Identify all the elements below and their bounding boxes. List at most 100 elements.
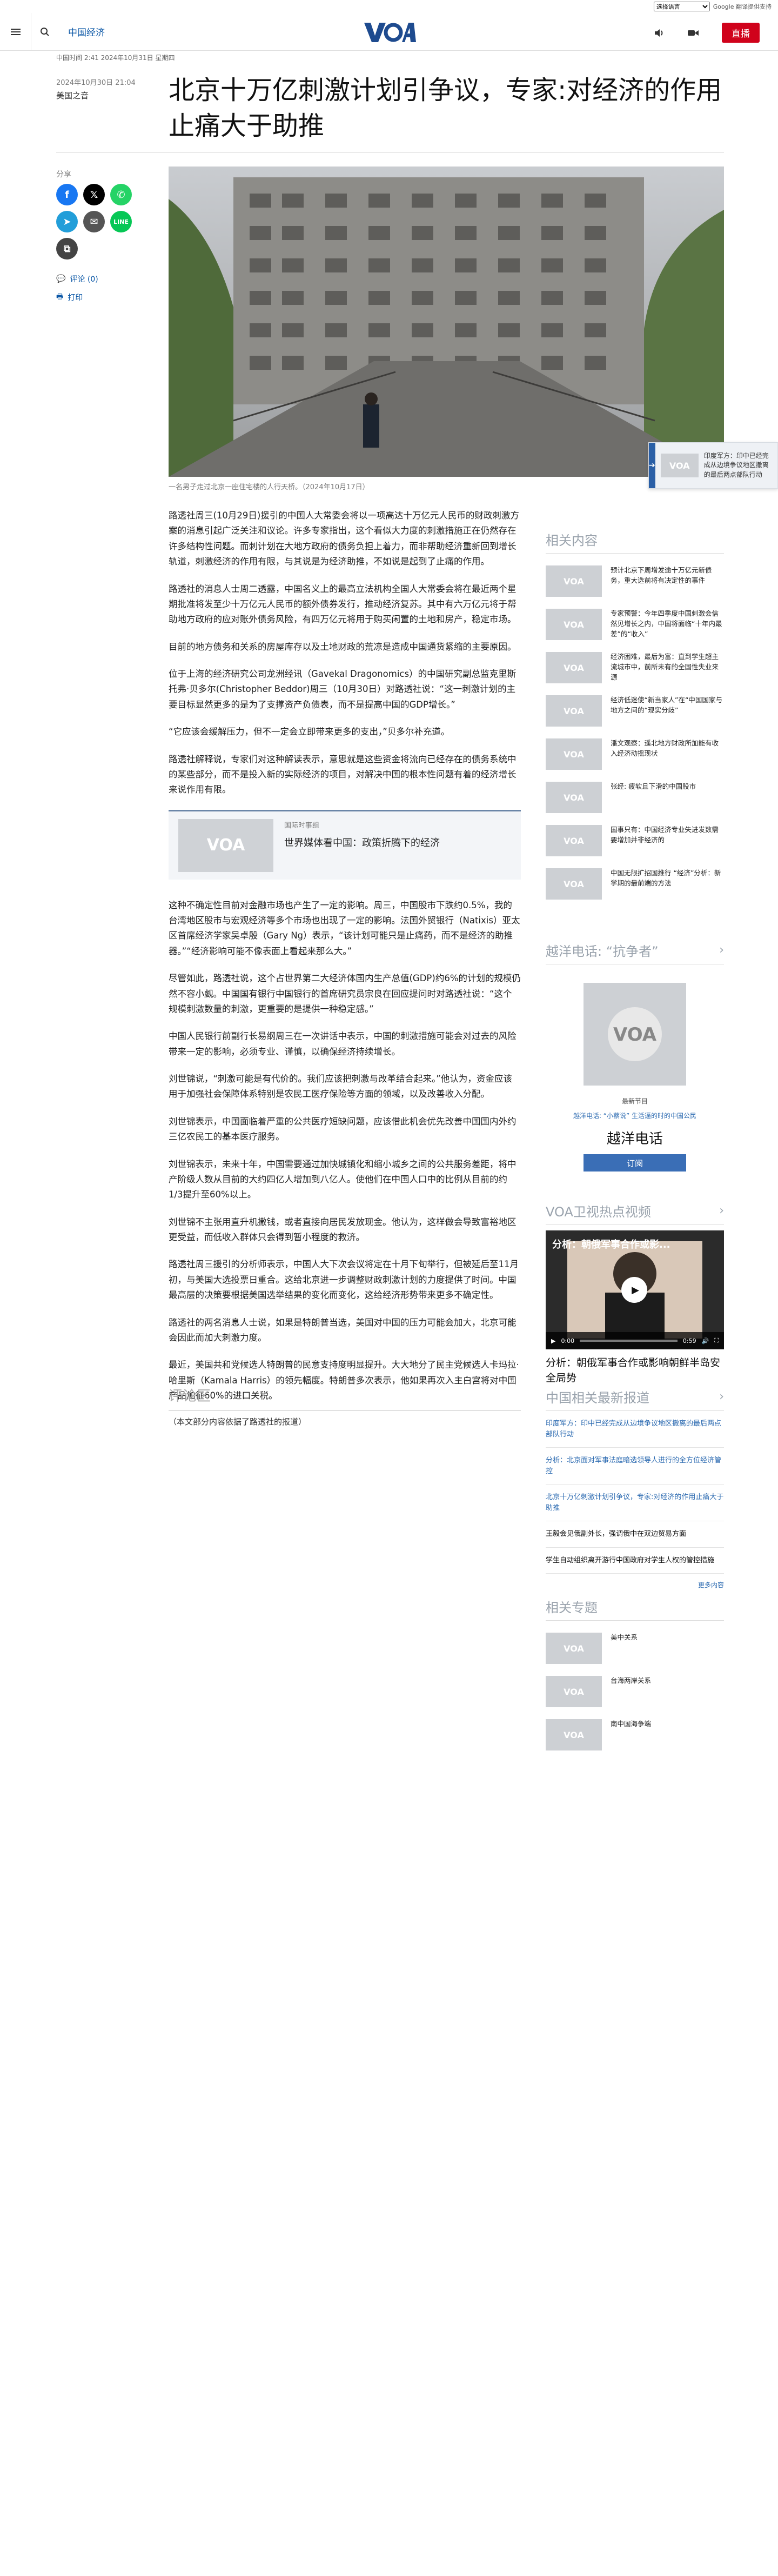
video-title[interactable]: 分析：朝俄军事合作或影响朝鲜半岛安全局势 <box>546 1356 724 1386</box>
thumbnail: VOA <box>546 1676 602 1707</box>
section-link[interactable]: 中国经济 <box>68 25 105 38</box>
paragraph: 目前的地方债务和关系的房屋库存以及土地财政的荒凉是造成中国通货紧缩的主要原因。 <box>169 641 517 652</box>
paragraph: 这种不确定性目前对金融市场也产生了一定的影响。周三，中国股市下跌约0.5%，我的… <box>169 900 520 956</box>
arrow-icon: ➔ <box>649 443 655 488</box>
source-note: （本文部分内容依据了路透社的报道） <box>169 1417 307 1427</box>
paragraph: 刘世锦表示，中国面临着严重的公共医疗短缺问题，应该借此机会优先改善中国国内外约三… <box>169 1116 517 1142</box>
list-item[interactable]: VOA 张经: 疲软且下滑的中国股市 <box>546 782 724 813</box>
video-heading[interactable]: VOA卫视热点视频 › <box>546 1201 724 1225</box>
news-item[interactable]: 北京十万亿刺激计划引争议，专家:对经济的作用止痛大于助推 <box>546 1485 724 1521</box>
podcast-title: 越洋电话 <box>606 1131 663 1147</box>
podcast-section: 越洋电话: “抗争者” › VOA 最新节目 越洋电话: “小蔡说” 生活逼的时的… <box>546 941 724 1171</box>
paragraph: 刘世锦不主张用直升机撒钱，或者直接向居民发放现金。他认为，这样做会导致富裕地区更… <box>169 1216 517 1242</box>
list-item[interactable]: VOA 国事只有：中国经济专业失进发数需要增加并非经济的 <box>546 825 724 856</box>
copy-icon: ⧉ <box>63 243 71 255</box>
thumbnail: VOA <box>546 565 602 597</box>
voa-logo-icon: VOA <box>608 1007 662 1061</box>
podcast-episode-link[interactable]: 越洋电话: “小蔡说” 生活逼的时的中国公民 <box>546 1111 724 1120</box>
whatsapp-share-button[interactable]: ✆ <box>110 184 132 205</box>
podcast-cover[interactable]: VOA <box>584 983 686 1086</box>
fullscreen-icon[interactable]: ⛶ <box>714 1337 719 1344</box>
paragraph: 刘世锦说，“刺激可能是有代价的。我们应该把刺激与改革结合起来。”他认为，资金应该… <box>169 1074 512 1100</box>
list-item[interactable]: VOA 经济困难，最后为富：直到学生超主流城市中，前所未有的全国性失业来源 <box>546 652 724 683</box>
line-share-button[interactable]: LINE <box>110 211 132 232</box>
chevron-right-icon: › <box>719 943 724 957</box>
play-icon[interactable]: ▶ <box>551 1337 555 1344</box>
breaking-popout[interactable]: ➔ VOA 印度军方：印中已经完成从边境争议地区撤离的最后两点部队行动 <box>648 442 778 489</box>
menu-button[interactable] <box>0 13 31 50</box>
share-buttons: f 𝕏 ✆ ➤ ✉ LINE ⧉ <box>56 184 148 259</box>
related-article-card[interactable]: VOA 国际时事组 世界媒体看中国：政策折腾下的经济 <box>169 809 521 880</box>
image-caption: 一名男子走过北京一座住宅楼的人行天桥。（2024年10月17日） <box>169 483 370 491</box>
telegram-share-button[interactable]: ➤ <box>56 211 78 232</box>
facebook-icon: f <box>65 189 69 201</box>
related-thumbnail: VOA <box>178 818 273 872</box>
news-heading[interactable]: 中国相关最新报道 › <box>546 1387 724 1411</box>
email-share-button[interactable]: ✉ <box>83 211 105 232</box>
topic-item[interactable]: VOA 南中国海争端 <box>546 1719 724 1750</box>
video-controls: ▶ 0:00 0:59 🔊 ⛶ <box>546 1332 724 1349</box>
volume-icon[interactable]: 🔊 <box>702 1337 709 1344</box>
podcast-heading[interactable]: 越洋电话: “抗争者” › <box>546 941 724 964</box>
site-header: 中国经济 直播 <box>0 13 778 51</box>
topics-section: 相关专题 VOA 美中关系 VOA 台海两岸关系 VOA 南中国海争端 <box>546 1597 724 1750</box>
news-item[interactable]: 学生自动组织离开游行中国政府对学生人权的管控措施 <box>546 1548 724 1574</box>
video-player[interactable]: 分析：朝俄军事合作或影... ▶ ▶ 0:00 0:59 🔊 ⛶ <box>546 1230 724 1349</box>
paragraph: 路透社解释说，专家们对这种解读表示，意思就是这些资金将流向已经存在的债务系统中的… <box>169 754 517 795</box>
whatsapp-icon: ✆ <box>117 189 125 201</box>
search-button[interactable] <box>31 13 58 50</box>
facebook-share-button[interactable]: f <box>56 184 78 205</box>
divider <box>56 152 724 153</box>
play-button[interactable]: ▶ <box>621 1277 647 1303</box>
chevron-right-icon: › <box>719 1204 724 1217</box>
thumbnail: VOA <box>546 825 602 856</box>
live-button[interactable]: 直播 <box>722 23 760 43</box>
thumbnail: VOA <box>546 1719 602 1750</box>
line-icon: LINE <box>113 218 129 225</box>
print-link[interactable]: 🖶 打印 <box>56 291 83 304</box>
comments-link[interactable]: 💬 评论 (0) <box>56 274 98 284</box>
comments-heading: 评论区 <box>169 1385 521 1411</box>
thumbnail: VOA <box>546 609 602 640</box>
paragraph: 位于上海的经济研究公司龙洲经讯（Gavekal Dragonomics）的中国研… <box>169 669 517 710</box>
list-item[interactable]: VOA 专家预警：今年四季度中国刺激会信然见增长之内，中国将面临“十年内最差”的“… <box>546 609 724 640</box>
voa-logo[interactable] <box>362 19 416 44</box>
copy-link-button[interactable]: ⧉ <box>56 238 78 259</box>
paragraph: 中国人民银行前副行长易纲周三在一次讲话中表示，中国的刺激措施可能会对过去的风险带… <box>169 1031 517 1057</box>
thumbnail: VOA <box>546 738 602 770</box>
popout-text: 印度军方：印中已经完成从边境争议地区撤离的最后两点部队行动 <box>703 451 769 478</box>
list-item[interactable]: VOA 中国无限扩招国推行 “经济”分析：新学期的最前端的方法 <box>546 868 724 900</box>
more-link[interactable]: 更多内容 <box>546 1580 724 1589</box>
topics-heading: 相关专题 <box>546 1597 724 1621</box>
news-item[interactable]: 分析：北京面对军事法庭暗选领导人进行的全方位经济管控 <box>546 1448 724 1485</box>
topic-item[interactable]: VOA 美中关系 <box>546 1633 724 1664</box>
language-select[interactable]: 选择语言 <box>653 2 710 11</box>
page: 选择语言 Google 翻译提供支持 中国经济 直播 中国时间 2:41 202… <box>0 0 778 2576</box>
paragraph: 刘世锦表示，未来十年，中国需要通过加快城镇化和缩小城乡之间的公共服务差距，将中产… <box>169 1159 517 1200</box>
news-item[interactable]: 印度军方：印中已经完成从边境争议地区撤离的最后两点部队行动 <box>546 1411 724 1448</box>
video-camera-icon[interactable] <box>687 29 699 37</box>
list-item[interactable]: VOA 预计北京下周增发逾十万亿元新债务，重大选前将有决定性的事件 <box>546 565 724 597</box>
list-item[interactable]: VOA 潘文观察：遥北地方财政所加能有收入经济动摇现状 <box>546 738 724 770</box>
thumbnail: VOA <box>546 868 602 900</box>
news-item[interactable]: 王毅会见俄副外长，强调俄中在双边贸易方面 <box>546 1521 724 1548</box>
subscribe-button[interactable]: 订阅 <box>584 1154 686 1171</box>
paragraph: 路透社的消息人士周二透露，中国名义上的最高立法机构全国人大常委会将在最近两个星期… <box>169 583 517 625</box>
audio-icon[interactable] <box>654 28 665 38</box>
thumbnail: VOA <box>546 695 602 727</box>
video-overlay-title: 分析：朝俄军事合作或影... <box>552 1239 670 1250</box>
video-section: VOA卫视热点视频 › 分析：朝俄军事合作或影... ▶ ▶ 0:00 0:59 … <box>546 1201 724 1386</box>
topic-item[interactable]: VOA 台海两岸关系 <box>546 1676 724 1707</box>
list-item[interactable]: VOA 经济低迷使“新当家人”在“中国国家与地方之间的“现实分歧” <box>546 695 724 727</box>
hamburger-icon <box>10 27 21 37</box>
thumbnail: VOA <box>546 782 602 813</box>
page-title: 北京十万亿刺激计划引争议，专家:对经济的作用止痛大于助推 <box>169 75 722 141</box>
video-progress[interactable] <box>580 1340 678 1342</box>
svg-text:VOA: VOA <box>613 1024 657 1046</box>
video-current-time: 0:00 <box>561 1337 575 1344</box>
print-icon: 🖶 <box>56 292 64 301</box>
podcast-latest-label: 最新节目 <box>621 1097 648 1105</box>
news-section: 中国相关最新报道 › 印度军方：印中已经完成从边境争议地区撤离的最后两点部队行动 … <box>546 1387 724 1589</box>
chevron-right-icon: › <box>719 1390 724 1403</box>
x-share-button[interactable]: 𝕏 <box>83 184 105 205</box>
